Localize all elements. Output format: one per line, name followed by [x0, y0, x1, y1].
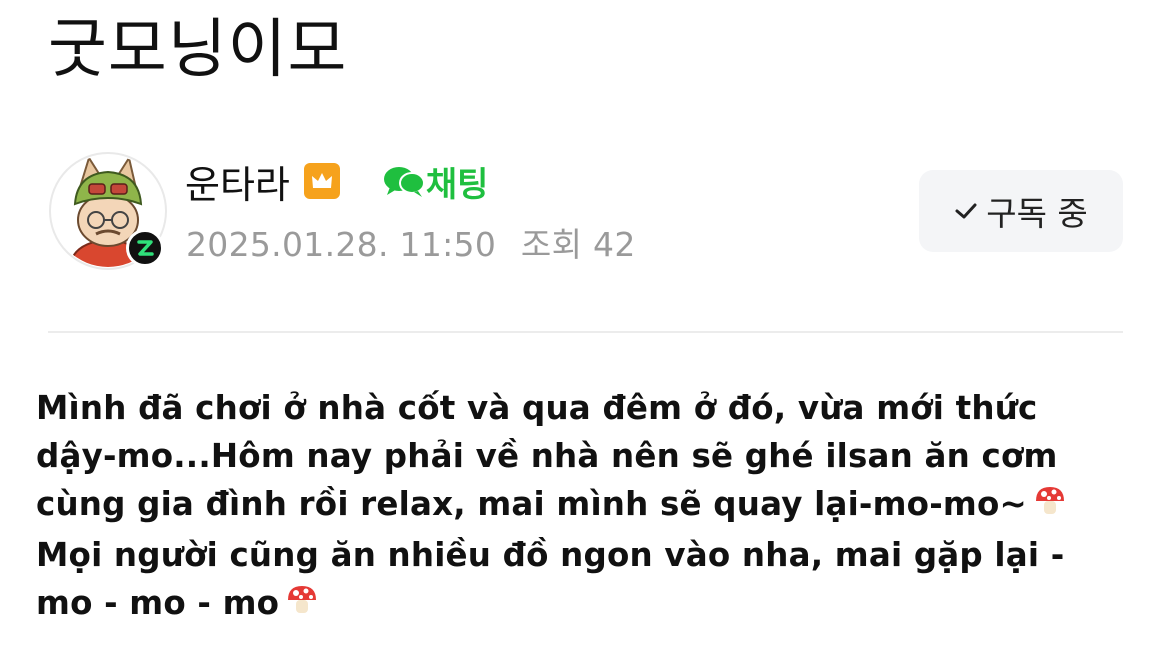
mushroom-emoji-icon: [285, 582, 319, 630]
body-line: Mình đã chơi ở nhà cốt và qua đêm ở đó, …: [36, 389, 1038, 427]
chat-bubbles-icon: [383, 167, 425, 197]
crown-badge-icon: [303, 163, 340, 199]
author-row: 운타라 채팅: [185, 154, 488, 208]
body-line-text: cùng gia đình rồi relax, mai mình sẽ qua…: [36, 485, 1027, 523]
body-line: dậy-mo...Hôm nay phải về nhà nên sẽ ghé …: [36, 437, 1058, 475]
z-level-badge-icon: [126, 229, 164, 267]
body-line-text: mo - mo - mo: [36, 584, 280, 622]
chat-label: 채팅: [425, 164, 489, 205]
post-body: Mình đã chơi ở nhà cốt và qua đêm ở đó, …: [36, 384, 1161, 630]
chat-button[interactable]: 채팅: [382, 157, 489, 206]
author-name[interactable]: 운타라: [185, 154, 290, 209]
subscribe-button[interactable]: 구독 중: [919, 170, 1123, 252]
body-line-with-emoji: mo - mo - mo: [36, 579, 1161, 630]
body-line: Mọi người cũng ăn nhiều đồ ngon vào nha,…: [36, 536, 1065, 574]
mushroom-emoji-icon: [1033, 483, 1067, 531]
post-meta: 2025.01.28. 11:50 조회 42: [186, 218, 636, 266]
divider: [48, 331, 1123, 333]
post-date: 2025.01.28. 11:50: [186, 225, 497, 264]
post-title: 굿모닝이모: [48, 13, 348, 87]
view-count: 조회 42: [520, 225, 636, 264]
body-line-with-emoji: cùng gia đình rồi relax, mai mình sẽ qua…: [36, 480, 1161, 531]
check-icon: [955, 203, 977, 219]
subscribe-label: 구독 중: [986, 194, 1088, 233]
